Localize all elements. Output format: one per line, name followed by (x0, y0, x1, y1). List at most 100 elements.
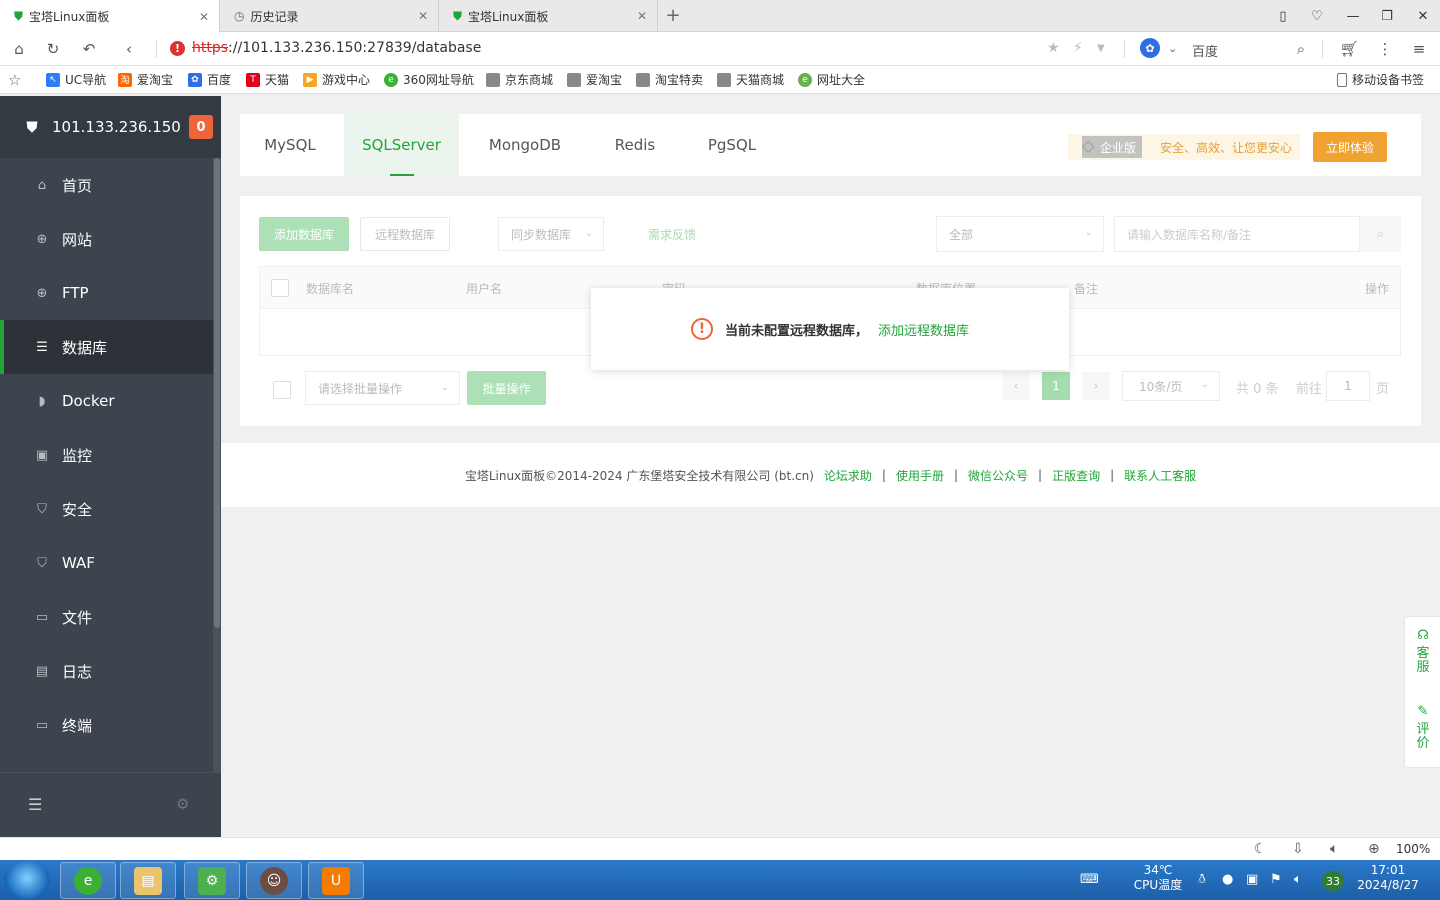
taskbar-app-explorer[interactable]: ▤ (120, 862, 176, 899)
page-number[interactable]: 1 (1042, 372, 1070, 400)
sidebar-item-files[interactable]: ▭ 文件 (0, 590, 213, 644)
start-button[interactable] (4, 861, 50, 899)
sidebar-item-terminal[interactable]: ▭ 终端 (0, 698, 213, 752)
sidebar-scroll-thumb[interactable] (214, 158, 220, 628)
bookmark-item[interactable]: e 360网址导航 (384, 71, 474, 88)
volume-icon[interactable]: 🔈︎ (1330, 841, 1338, 857)
footer-link-manual[interactable]: 使用手册 (896, 467, 944, 484)
feedback-link[interactable]: 需求反馈 (632, 217, 712, 251)
footer-link-wechat[interactable]: 微信公众号 (968, 467, 1028, 484)
bookmark-item[interactable]: 淘宝特卖 (636, 71, 703, 88)
collapse-menu-icon[interactable]: ☰ (28, 795, 42, 814)
bookmark-item[interactable]: 淘爱淘宝 (118, 71, 173, 88)
sidebar-item-website[interactable]: ⊕ 网站 (0, 212, 213, 266)
more-icon[interactable]: ⋮ (1374, 38, 1396, 60)
tab-mongodb[interactable]: MongoDB (464, 114, 586, 176)
tray-badge[interactable]: 33 (1322, 871, 1344, 891)
bookmark-item[interactable]: 京东商城 (486, 71, 553, 88)
tray-app-icon[interactable]: ● (1222, 872, 1233, 887)
close-icon[interactable]: ✕ (637, 9, 647, 23)
refresh-icon[interactable]: ↻ (42, 38, 64, 60)
add-database-button[interactable]: 添加数据库 (259, 217, 349, 251)
sidebar-item-logs[interactable]: ▤ 日志 (0, 644, 213, 698)
bookmark-item[interactable]: ↖ UC导航 (46, 71, 106, 88)
volume-icon[interactable]: 🔈︎ (1294, 872, 1302, 887)
add-remote-db-link[interactable]: 添加远程数据库 (878, 320, 969, 339)
bookmark-item[interactable]: 天猫商城 (717, 71, 784, 88)
sidebar-item-monitor[interactable]: ▣ 监控 (0, 428, 213, 482)
search-icon[interactable]: ⌕ (1290, 38, 1312, 60)
try-enterprise-button[interactable]: 立即体验 (1313, 132, 1387, 162)
chevron-down-icon[interactable]: ▼ (1097, 43, 1105, 54)
taskbar-app-ie[interactable]: e (60, 862, 116, 899)
browser-tab-baota-2[interactable]: ⛊ 宝塔Linux面板 ✕ (439, 0, 658, 32)
download-icon[interactable]: ⇩ (1292, 841, 1304, 857)
menu-icon[interactable]: ≡ (1408, 38, 1430, 60)
taskbar-app-avatar[interactable]: ☺ (246, 862, 302, 899)
night-mode-icon[interactable]: ☾ (1254, 841, 1267, 857)
customer-service-button[interactable]: ☊ 客服 (1405, 629, 1440, 675)
undo-icon[interactable]: ↶ (78, 38, 100, 60)
chevron-down-icon[interactable]: ⌄ (1168, 42, 1177, 55)
minimize-icon[interactable]: — (1336, 0, 1370, 32)
search-engine-label[interactable]: 百度 (1192, 41, 1218, 60)
tile-icon[interactable]: ▯ (1266, 0, 1300, 32)
tab-sqlserver[interactable]: SQLServer (344, 114, 459, 176)
prev-page-button[interactable]: ‹ (1002, 372, 1030, 400)
flag-icon[interactable]: ⚑ (1270, 872, 1282, 887)
sidebar-item-home[interactable]: ⌂ 首页 (0, 158, 213, 212)
taskbar-app-network[interactable]: ⚙ (184, 862, 240, 899)
url-field[interactable]: https://101.133.236.150:27839/database (192, 40, 481, 56)
maximize-icon[interactable]: ❐ (1370, 0, 1404, 32)
close-icon[interactable]: ✕ (418, 9, 428, 23)
bookmark-item[interactable]: 爱淘宝 (567, 71, 622, 88)
bookmark-item[interactable]: ▶ 游戏中心 (303, 71, 370, 88)
window-close-icon[interactable]: ✕ (1406, 0, 1440, 32)
browser-tab-history[interactable]: ◷ 历史记录 ✕ (220, 0, 439, 32)
skin-icon[interactable]: ♡ (1300, 0, 1334, 32)
tab-redis[interactable]: Redis (590, 114, 680, 176)
new-tab-icon[interactable]: + (662, 4, 684, 26)
sidebar-item-database[interactable]: ☰ 数据库 (0, 320, 213, 374)
goto-page-input[interactable]: 1 (1326, 371, 1370, 401)
search-icon[interactable]: ⌕ (1359, 216, 1401, 252)
mobile-bookmarks[interactable]: 移动设备书签 (1337, 71, 1424, 88)
footer-link-verify[interactable]: 正版查询 (1052, 467, 1100, 484)
tab-mysql[interactable]: MySQL (240, 114, 340, 176)
search-input[interactable]: 请输入数据库名称/备注 (1114, 216, 1401, 252)
sidebar-item-docker[interactable]: ◗ Docker (0, 374, 213, 428)
filter-select[interactable]: 全部 ⌄ (936, 216, 1104, 252)
taskbar-app-uc[interactable]: U (308, 862, 364, 899)
browser-tab-baota[interactable]: ⛊ 宝塔Linux面板 ✕ (0, 0, 220, 33)
close-icon[interactable]: ✕ (199, 10, 209, 24)
header-db-name[interactable]: 数据库名 (306, 280, 354, 297)
star-icon[interactable]: ★ (1047, 40, 1060, 56)
bulk-select-checkbox[interactable] (273, 381, 291, 399)
baidu-paw-icon[interactable]: ✿ (1140, 38, 1160, 58)
select-all-checkbox[interactable] (271, 279, 289, 297)
bookmark-item[interactable]: e 网址大全 (798, 71, 865, 88)
tray-app-icon[interactable]: ▣ (1246, 872, 1258, 887)
back-icon[interactable]: ‹ (118, 38, 140, 60)
keyboard-icon[interactable]: ⌨ (1080, 872, 1099, 887)
star-outline-icon[interactable]: ☆ (8, 71, 21, 89)
footer-link-support[interactable]: 联系人工客服 (1124, 467, 1196, 484)
insecure-warning-icon[interactable]: ! (170, 41, 185, 56)
cart-icon[interactable]: 🛒︎ (1338, 38, 1360, 60)
sidebar-item-security[interactable]: ⛉ 安全 (0, 482, 213, 536)
zoom-level[interactable]: 100% (1396, 842, 1430, 856)
gear-icon[interactable]: ⚙ (176, 795, 189, 813)
sidebar-item-waf[interactable]: ⛉ WAF (0, 536, 213, 590)
bulk-action-button[interactable]: 批量操作 (467, 371, 546, 405)
next-page-button[interactable]: › (1082, 372, 1110, 400)
sync-database-dropdown[interactable]: 同步数据库 ⌄ (498, 217, 604, 251)
footer-link-forum[interactable]: 论坛求助 (824, 467, 872, 484)
bookmark-item[interactable]: ✿ 百度 (188, 71, 231, 88)
zoom-icon[interactable]: ⊕ (1368, 841, 1380, 857)
tab-pgsql[interactable]: PgSQL (684, 114, 780, 176)
bulk-action-select[interactable]: 请选择批量操作 ⌄ (305, 371, 460, 405)
home-icon[interactable]: ⌂ (8, 38, 30, 60)
sidebar-item-ftp[interactable]: ⊕ FTP (0, 266, 213, 320)
qq-icon[interactable]: 🐧︎ (1198, 872, 1206, 888)
clock[interactable]: 17:01 2024/8/27 (1352, 863, 1424, 893)
